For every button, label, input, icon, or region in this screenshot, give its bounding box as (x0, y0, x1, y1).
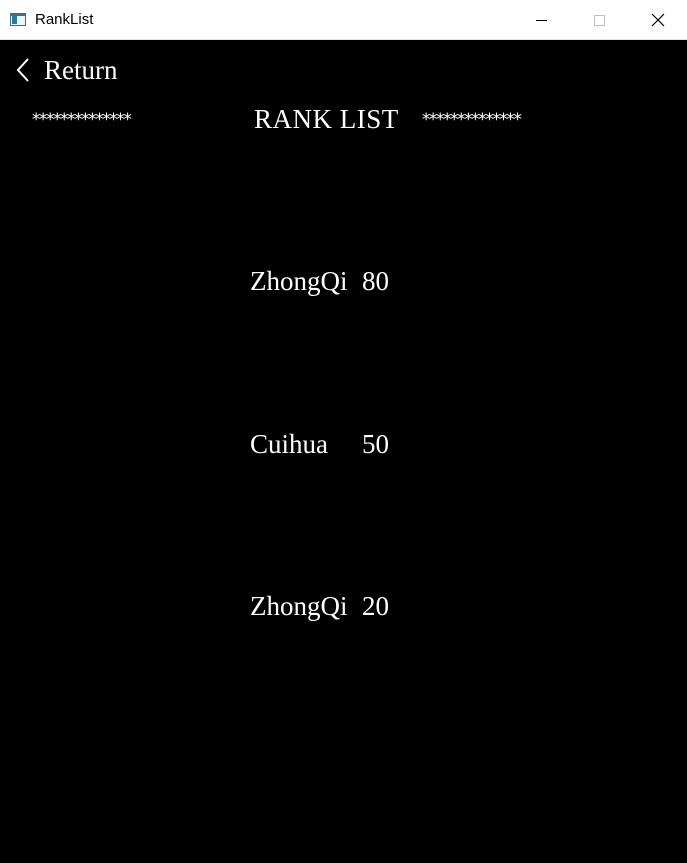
minimize-icon (536, 20, 547, 21)
page-title: RANK LIST (254, 104, 399, 134)
header-stars-right: ************** (421, 110, 523, 130)
return-label: Return (44, 55, 118, 85)
title-bar[interactable]: RankList (0, 0, 687, 40)
minimize-button[interactable] (512, 0, 570, 40)
player-score: 50 (362, 429, 389, 459)
player-score: 20 (362, 591, 389, 621)
close-icon (651, 13, 665, 27)
player-name: Cuihua (250, 429, 328, 459)
header-stars-left: ************** (31, 110, 133, 130)
player-name: ZhongQi (250, 591, 348, 621)
window-title: RankList (35, 11, 94, 28)
ranklist-window: RankList Return ************** RANK LIST… (0, 0, 687, 863)
player-name: ZhongQi (250, 266, 348, 296)
rank-list-header: ************** RANK LIST ************** (0, 103, 687, 137)
player-score: 80 (362, 266, 389, 296)
maximize-button[interactable] (570, 0, 628, 40)
close-button[interactable] (629, 0, 687, 40)
chevron-left-icon (16, 58, 29, 82)
maximize-icon (594, 15, 605, 26)
app-window-icon (10, 13, 26, 26)
